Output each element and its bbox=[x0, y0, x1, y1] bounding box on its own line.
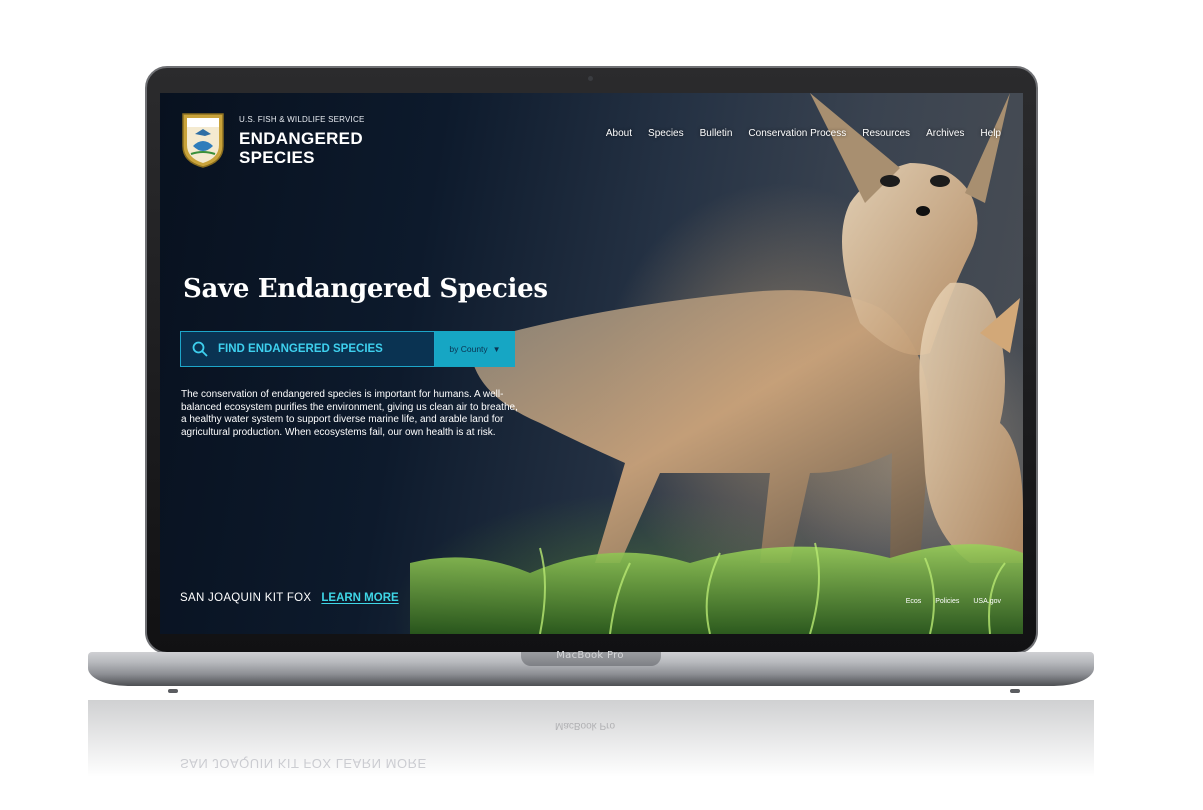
species-search: by County ▼ bbox=[180, 331, 515, 367]
nav-help[interactable]: Help bbox=[980, 128, 1001, 139]
nav-species[interactable]: Species bbox=[648, 128, 684, 139]
nav-bulletin[interactable]: Bulletin bbox=[700, 128, 733, 139]
nav-resources[interactable]: Resources bbox=[862, 128, 910, 139]
main-nav: About Species Bulletin Conservation Proc… bbox=[590, 128, 1001, 139]
footer-link-usagov[interactable]: USA.gov bbox=[973, 598, 1001, 605]
hero-description: The conservation of endangered species i… bbox=[181, 389, 518, 438]
nav-about[interactable]: About bbox=[606, 128, 632, 139]
species-name: SAN JOAQUIN KIT FOX bbox=[180, 592, 312, 604]
footer-link-policies[interactable]: Policies bbox=[935, 598, 959, 605]
search-input[interactable] bbox=[218, 343, 418, 355]
org-name: U.S. FISH & WILDLIFE SERVICE bbox=[239, 115, 365, 124]
search-field[interactable] bbox=[180, 331, 435, 367]
laptop-foot-right bbox=[1010, 689, 1020, 693]
learn-more-link[interactable]: LEARN MORE bbox=[321, 592, 398, 604]
hero-headline: Save Endangered Species bbox=[183, 274, 548, 304]
footer-links: Ecos Policies USA.gov bbox=[892, 598, 1001, 605]
laptop-reflection bbox=[88, 700, 1094, 810]
nav-archives[interactable]: Archives bbox=[926, 128, 964, 139]
reflection-species-text: SAN JOAQUIN KIT FOX LEARN MORE bbox=[180, 756, 427, 771]
site-title-line1: ENDANGERED bbox=[239, 129, 363, 148]
filter-label: by County bbox=[449, 344, 488, 354]
site-title[interactable]: ENDANGERED SPECIES bbox=[239, 129, 379, 167]
county-filter-dropdown[interactable]: by County ▼ bbox=[435, 331, 515, 367]
reflection-device-label: MacBook Pro bbox=[555, 720, 616, 731]
reflection-species-name: SAN JOAQUIN KIT FOX bbox=[180, 756, 332, 771]
site-title-line2: SPECIES bbox=[239, 148, 315, 167]
laptop-foot-left bbox=[168, 689, 178, 693]
usfws-shield-logo[interactable] bbox=[181, 112, 225, 168]
footer-link-ecos[interactable]: Ecos bbox=[906, 598, 922, 605]
featured-species: SAN JOAQUIN KIT FOX LEARN MORE bbox=[180, 592, 399, 604]
device-label: MacBook Pro bbox=[556, 650, 624, 661]
nav-conservation-process[interactable]: Conservation Process bbox=[748, 128, 846, 139]
search-icon bbox=[192, 341, 208, 357]
website-screen: U.S. FISH & WILDLIFE SERVICE ENDANGERED … bbox=[160, 93, 1023, 634]
webcam bbox=[588, 76, 593, 81]
reflection-learn-more: LEARN MORE bbox=[335, 756, 427, 771]
caret-down-icon: ▼ bbox=[492, 344, 501, 354]
